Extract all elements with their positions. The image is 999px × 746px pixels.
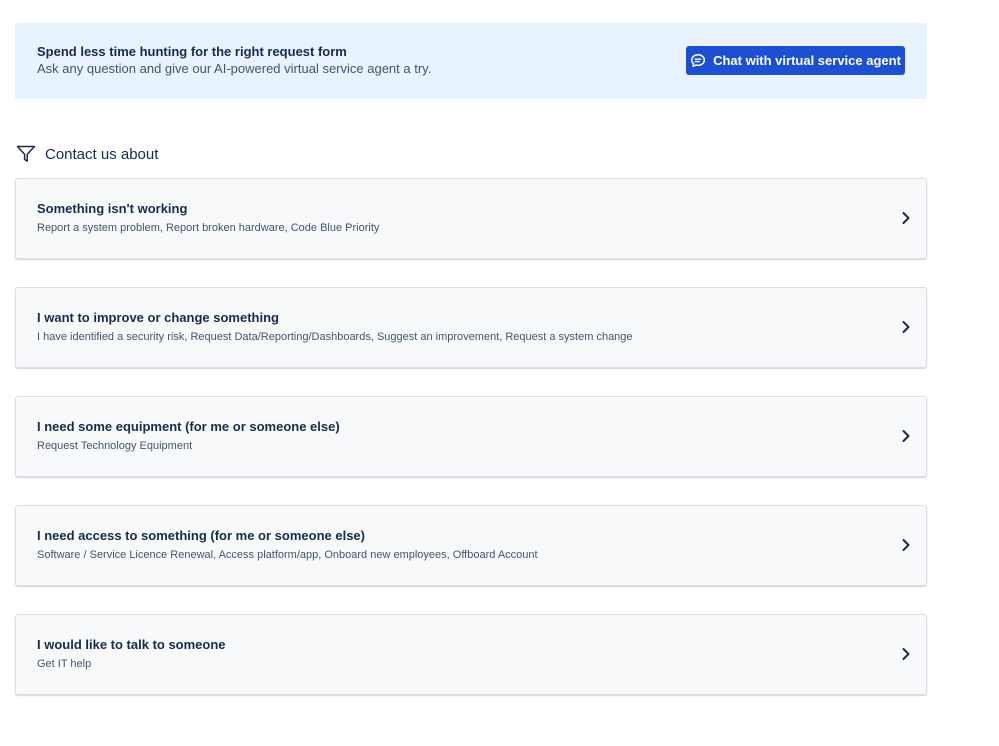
banner-description: Ask any question and give our AI-powered… <box>37 61 432 76</box>
card-description: Request Technology Equipment <box>37 440 193 452</box>
chevron-right-icon <box>900 210 912 226</box>
request-category-card[interactable]: I need some equipment (for me or someone… <box>15 396 927 477</box>
virtual-agent-banner: Spend less time hunting for the right re… <box>15 23 927 99</box>
request-category-card[interactable]: I want to improve or change something I … <box>15 287 927 368</box>
request-category-card[interactable]: I need access to something (for me or so… <box>15 505 927 586</box>
banner-title: Spend less time hunting for the right re… <box>37 44 347 59</box>
card-title: I want to improve or change something <box>37 310 279 325</box>
card-title: I need some equipment (for me or someone… <box>37 419 340 434</box>
request-category-card[interactable]: I would like to talk to someone Get IT h… <box>15 614 927 695</box>
card-title: I would like to talk to someone <box>37 637 226 652</box>
chevron-right-icon <box>900 428 912 444</box>
card-description: I have identified a security risk, Reque… <box>37 331 633 343</box>
section-title: Contact us about <box>45 145 159 163</box>
card-description: Report a system problem, Report broken h… <box>37 222 380 234</box>
chevron-right-icon <box>900 646 912 662</box>
card-title: I need access to something (for me or so… <box>37 528 365 543</box>
chat-with-agent-button[interactable]: Chat with virtual service agent <box>686 46 905 75</box>
chevron-right-icon <box>900 537 912 553</box>
request-category-card[interactable]: Something isn't working Report a system … <box>15 178 927 259</box>
contact-section-header: Contact us about <box>16 143 158 165</box>
card-title: Something isn't working <box>37 201 188 216</box>
filter-icon <box>16 145 36 163</box>
chat-bubble-icon <box>690 53 706 69</box>
card-description: Get IT help <box>37 658 92 670</box>
chat-button-label: Chat with virtual service agent <box>713 53 901 68</box>
card-description: Software / Service Licence Renewal, Acce… <box>37 549 538 561</box>
chevron-right-icon <box>900 319 912 335</box>
